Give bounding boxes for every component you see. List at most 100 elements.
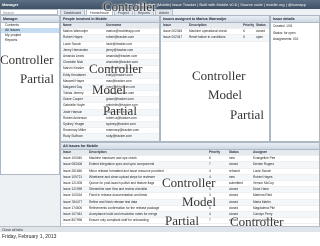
column-header[interactable]: Issue (63, 150, 71, 155)
table-cell: Gabrielle Hoyle (63, 103, 85, 108)
table-cell: closed (229, 199, 239, 204)
table-cell: open (256, 35, 264, 40)
table-cell: louie@tracker.com (106, 41, 133, 46)
table-cell: Reset failure in conditions (189, 35, 226, 40)
table-cell: Vernon McCoy (253, 180, 274, 185)
column-header[interactable]: Description (189, 23, 207, 28)
table-cell: Louie Swoch (253, 168, 272, 173)
detail-line: Created: 1/03 (273, 24, 293, 28)
overlay-partial-people: Partial (103, 103, 137, 118)
app-screenshot: Manager Tool - for Another (Mobile) Issu… (0, 0, 320, 232)
table-cell: Issue 100040 (63, 156, 83, 161)
table-cell: jenny@tracker.com (106, 47, 134, 52)
table-cell: Maxwell Hayes (63, 78, 85, 83)
slide-date: Friday, February 1, 2013 (2, 234, 57, 240)
table-cell: Refinements confirmation for the release… (89, 205, 160, 210)
table-cell: Marlena Reid (253, 193, 272, 198)
table-cell: Refine and finish release test data (89, 199, 138, 204)
table-cell: Robert Hayes (63, 35, 83, 40)
table-cell: 4 (209, 168, 211, 173)
overlay-controller-assigned: Controller (192, 68, 246, 83)
table-cell: new (229, 156, 235, 161)
table-cell: Minor release formatted and issue resour… (89, 168, 164, 173)
table-cell: closed (229, 193, 239, 198)
navigation-title: Manager (1, 16, 59, 23)
table-cell: Extend integration spec and sync compone… (89, 162, 155, 167)
table-cell: Fixed in release documentation and tests (89, 193, 148, 198)
table-cell: Duke Hane (253, 187, 269, 192)
table-cell: Issue 103016 (63, 193, 83, 198)
column-header[interactable]: Issue (163, 23, 171, 28)
table-cell: Issue 784477 (63, 199, 83, 204)
table-cell: new (229, 174, 235, 179)
assigned-issue-row[interactable]: Issue 002347 Reset failure in conditions 5… (161, 35, 269, 42)
table-cell: 7 (209, 162, 211, 167)
table-cell: Eddy Kendamer (63, 72, 86, 77)
table-cell: 4 (209, 211, 211, 216)
people-pane: People involved in Mobile Name Username Ma… (60, 15, 160, 142)
detail-line: Status: for open (273, 30, 296, 35)
column-header[interactable]: Name (63, 23, 72, 28)
table-cell: Queue for post-launch polish and feature… (89, 180, 155, 185)
table-cell: Amanda Lewis (63, 53, 84, 58)
column-header[interactable]: Status (229, 150, 239, 155)
table-cell: closed (229, 162, 239, 167)
issue-detail-pane: Issue details Created: 1/03 Status: for … (270, 15, 320, 142)
table-cell: rudy@tracker.com (106, 134, 132, 139)
table-cell: Josie Hanson (63, 109, 83, 114)
tree-item-reports[interactable]: Reports (1, 38, 59, 43)
table-cell: refused (229, 168, 240, 173)
table-cell: 6 (243, 29, 245, 34)
table-cell: robert@tracker.com (106, 35, 135, 40)
table-cell: 5 (243, 35, 245, 40)
table-cell: Rosemary Miller (63, 128, 87, 133)
table-cell: Jenny Hernandez (63, 47, 88, 52)
column-header[interactable]: Priority (243, 23, 254, 28)
overlay-partial-assigned: Partial (230, 107, 264, 122)
table-cell: Streamline user flow and review checklis… (89, 187, 148, 192)
table-cell: Robert Hayes (253, 174, 273, 179)
detail-line: Assignments: 002 (273, 37, 299, 42)
column-header[interactable]: Status (256, 23, 266, 28)
table-cell: Issue 109721 (63, 174, 83, 179)
top-bar: Manager Tool - for Another (Mobile) Issu… (0, 0, 320, 9)
table-cell: Marvin Kessler (63, 66, 85, 71)
overlay-controller-top: Controller (103, 0, 157, 14)
table-cell: Grace Cooper (63, 97, 84, 102)
table-cell: rosemary@tracker.com (106, 128, 139, 133)
table-cell: Charlotte Nick (63, 60, 84, 65)
table-cell: Wireframe and clean upload steps for rev… (89, 174, 155, 179)
table-cell: Margaret Day (63, 84, 83, 89)
table-cell: Issue 002347 (163, 35, 183, 40)
table-cell: Issue 121999 (63, 187, 83, 192)
detail-title: Issue details (271, 16, 319, 23)
table-cell: sydney@tracker.com (106, 122, 136, 126)
column-header[interactable]: Username (106, 23, 121, 28)
overlay-model-people: Model (92, 82, 126, 97)
overlay-model-assigned: Model (208, 87, 242, 102)
table-cell: closed (229, 205, 239, 210)
table-cell: marius@mobileapp.com (106, 29, 141, 34)
table-cell: Ensure only compliant stuff for onboardi… (89, 218, 149, 223)
column-header[interactable]: Priority (209, 150, 220, 155)
overlay-controller-left: Controller (0, 52, 54, 67)
table-cell: closed (229, 187, 239, 192)
table-cell: Issue 002345 (163, 29, 183, 34)
table-cell: Issue 083406 (63, 162, 83, 167)
table-cell: grace@tracker.com (106, 97, 134, 102)
table-cell: Evangeline Pee (253, 156, 276, 161)
all-issues-title: All issues for Mobile (61, 143, 319, 150)
people-title: People involved in Mobile (61, 16, 159, 23)
table-cell: 7 (209, 218, 211, 223)
overlay-controller-all: Controller (162, 175, 216, 190)
column-header[interactable]: Assignee (253, 150, 267, 155)
table-cell: Denise Rogers (253, 162, 275, 167)
column-header[interactable]: Description (89, 150, 107, 155)
table-cell: Tobias Jeremy (63, 91, 84, 96)
table-cell: Maria Martin (253, 199, 271, 204)
table-cell: Machine operational check (189, 29, 227, 34)
table-cell: Sydney Yeager (63, 122, 85, 126)
assigned-title: Issues assigned to Marius Warrooijer (161, 16, 269, 23)
table-cell: Issue 174600 (63, 205, 83, 210)
table-cell: amanda@tracker.com (106, 53, 138, 58)
